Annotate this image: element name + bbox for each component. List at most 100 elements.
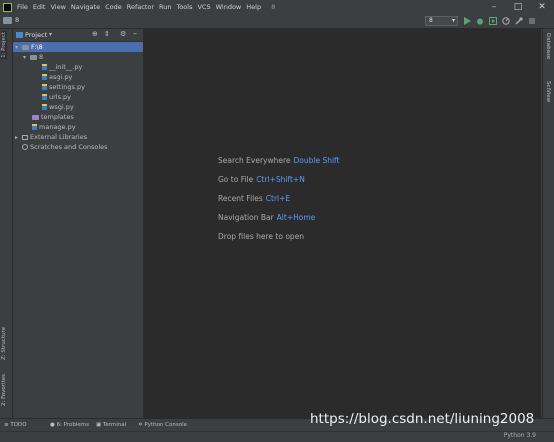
stop-icon[interactable]: [528, 17, 536, 25]
watermark-text: https://blog.csdn.net/liuning2008: [310, 411, 535, 427]
run-config-label: 8: [429, 17, 433, 24]
coverage-icon[interactable]: [489, 17, 497, 25]
external-libraries-label: External Libraries: [30, 133, 88, 141]
editor-empty-area[interactable]: Search Everywhere Double Shift Go to File…: [144, 29, 541, 418]
hint-label: Drop files here to open: [218, 232, 305, 241]
menu-view[interactable]: View: [50, 3, 65, 11]
folder-icon: [22, 44, 29, 50]
tree-file-row[interactable]: urls.py: [42, 92, 71, 102]
python-file-icon: [42, 74, 47, 80]
hint-shortcut: Ctrl+E: [265, 194, 291, 203]
panel-header: Project ▾ ⊕ ⇕ ⚙ –: [13, 29, 143, 42]
folder-icon: [3, 17, 12, 24]
tab-sciview[interactable]: SciView: [545, 81, 551, 102]
right-tool-stripe: Database SciView: [542, 29, 554, 431]
hint-drop-files: Drop files here to open: [218, 232, 304, 241]
hint-label: Navigation Bar: [218, 213, 274, 222]
close-button[interactable]: ✕: [530, 0, 554, 14]
python-file-icon: [42, 94, 47, 100]
profile-icon[interactable]: [502, 17, 510, 25]
tab-label: Python Console: [144, 422, 188, 428]
chevron-down-icon[interactable]: ▾: [49, 31, 52, 38]
build-icon[interactable]: [515, 17, 523, 25]
tree-file-row[interactable]: wsgi.py: [42, 102, 74, 112]
manage-label: manage.py: [39, 123, 76, 131]
menu-window[interactable]: Window: [216, 3, 242, 11]
tab-terminal[interactable]: ▣ Terminal: [96, 422, 126, 428]
templates-label: templates: [41, 113, 74, 121]
tab-label: Terminal: [102, 422, 127, 428]
run-icon[interactable]: [463, 17, 471, 25]
menu-run[interactable]: Run: [159, 3, 171, 11]
menu-refactor[interactable]: Refactor: [127, 3, 154, 11]
tab-project[interactable]: 1: Project: [1, 31, 7, 59]
navigation-bar: 8 8 ▾: [0, 14, 554, 29]
tree-external-libraries-row[interactable]: ▸ External Libraries: [15, 132, 87, 142]
menu-navigate[interactable]: Navigate: [71, 3, 100, 11]
hint-search-everywhere: Search Everywhere Double Shift: [218, 156, 340, 165]
locate-icon[interactable]: ⊕: [92, 30, 98, 38]
scratches-icon: [22, 144, 28, 150]
tab-database[interactable]: Database: [545, 33, 551, 59]
tree-templates-row[interactable]: templates: [32, 112, 74, 122]
python-file-icon: [42, 104, 47, 110]
tree-package-row[interactable]: ▾ 8: [23, 52, 43, 62]
tab-todo[interactable]: ≡ TODO: [4, 422, 27, 428]
tree-file-row[interactable]: settings.py: [42, 82, 85, 92]
menu-file[interactable]: File: [17, 3, 28, 11]
project-icon: [16, 32, 23, 38]
python-file-icon: [42, 84, 47, 90]
project-panel: Project ▾ ⊕ ⇕ ⚙ – ▾ F:\8 ▾ 8 __init__.py a…: [13, 29, 144, 418]
status-bar: Python 3.9: [0, 431, 554, 442]
hint-go-to-file: Go to File Ctrl+Shift+N: [218, 175, 305, 184]
tab-problems[interactable]: ● 6: Problems: [50, 422, 89, 428]
tree-file-row[interactable]: asgi.py: [42, 72, 72, 82]
left-tool-stripe: 1: Project Z: Structure 2: Favorites: [0, 29, 13, 431]
hint-recent-files: Recent Files Ctrl+E: [218, 194, 290, 203]
window-title: 8: [271, 3, 276, 11]
python-file-icon: [42, 64, 47, 70]
chevron-down-icon: ▾: [451, 17, 455, 24]
menu-tools[interactable]: Tools: [176, 3, 192, 11]
menu-vcs[interactable]: VCS: [197, 3, 210, 11]
hint-shortcut: Ctrl+Shift+N: [256, 175, 305, 184]
tree-root-row[interactable]: ▾ F:\8: [13, 42, 143, 52]
tree-file-row[interactable]: __init__.py: [42, 62, 82, 72]
tree-scratches-row[interactable]: Scratches and Consoles: [22, 142, 108, 152]
expand-arrow-icon: ▾: [15, 44, 19, 51]
tab-favorites[interactable]: 2: Favorites: [1, 374, 7, 406]
minimize-button[interactable]: –: [482, 0, 506, 14]
run-configuration-select[interactable]: 8 ▾: [425, 16, 458, 26]
hint-label: Search Everywhere: [218, 156, 291, 165]
tab-python-console[interactable]: ✡ Python Console: [138, 422, 187, 428]
collapse-icon[interactable]: ⇕: [104, 30, 110, 38]
breadcrumb[interactable]: 8: [15, 16, 19, 24]
maximize-button[interactable]: □: [506, 0, 530, 14]
python-file-icon: [32, 124, 37, 130]
menu-edit[interactable]: Edit: [33, 3, 46, 11]
hint-shortcut: Double Shift: [293, 156, 340, 165]
templates-folder-icon: [32, 114, 39, 120]
file-label: wsgi.py: [49, 103, 74, 111]
scratches-label: Scratches and Consoles: [30, 143, 108, 151]
library-icon: [22, 134, 28, 140]
tab-label: TODO: [10, 422, 27, 428]
tree-manage-row[interactable]: manage.py: [32, 122, 76, 132]
hint-label: Go to File: [218, 175, 254, 184]
interpreter-indicator[interactable]: Python 3.9: [504, 432, 536, 439]
debug-icon[interactable]: [476, 17, 484, 25]
hide-icon[interactable]: –: [133, 29, 137, 38]
title-bar: File Edit View Navigate Code Refactor Ru…: [0, 0, 554, 14]
tab-label: 6: Problems: [56, 422, 90, 428]
file-label: __init__.py: [49, 63, 83, 71]
expand-arrow-icon: ▾: [23, 54, 27, 61]
file-label: asgi.py: [49, 73, 73, 81]
gear-icon[interactable]: ⚙: [120, 30, 126, 38]
tab-structure[interactable]: Z: Structure: [1, 327, 7, 360]
menu-code[interactable]: Code: [105, 3, 122, 11]
panel-title[interactable]: Project: [25, 31, 47, 39]
file-label: urls.py: [49, 93, 72, 101]
menu-help[interactable]: Help: [246, 3, 261, 11]
hint-shortcut: Alt+Home: [276, 213, 316, 222]
hint-navigation-bar: Navigation Bar Alt+Home: [218, 213, 315, 222]
